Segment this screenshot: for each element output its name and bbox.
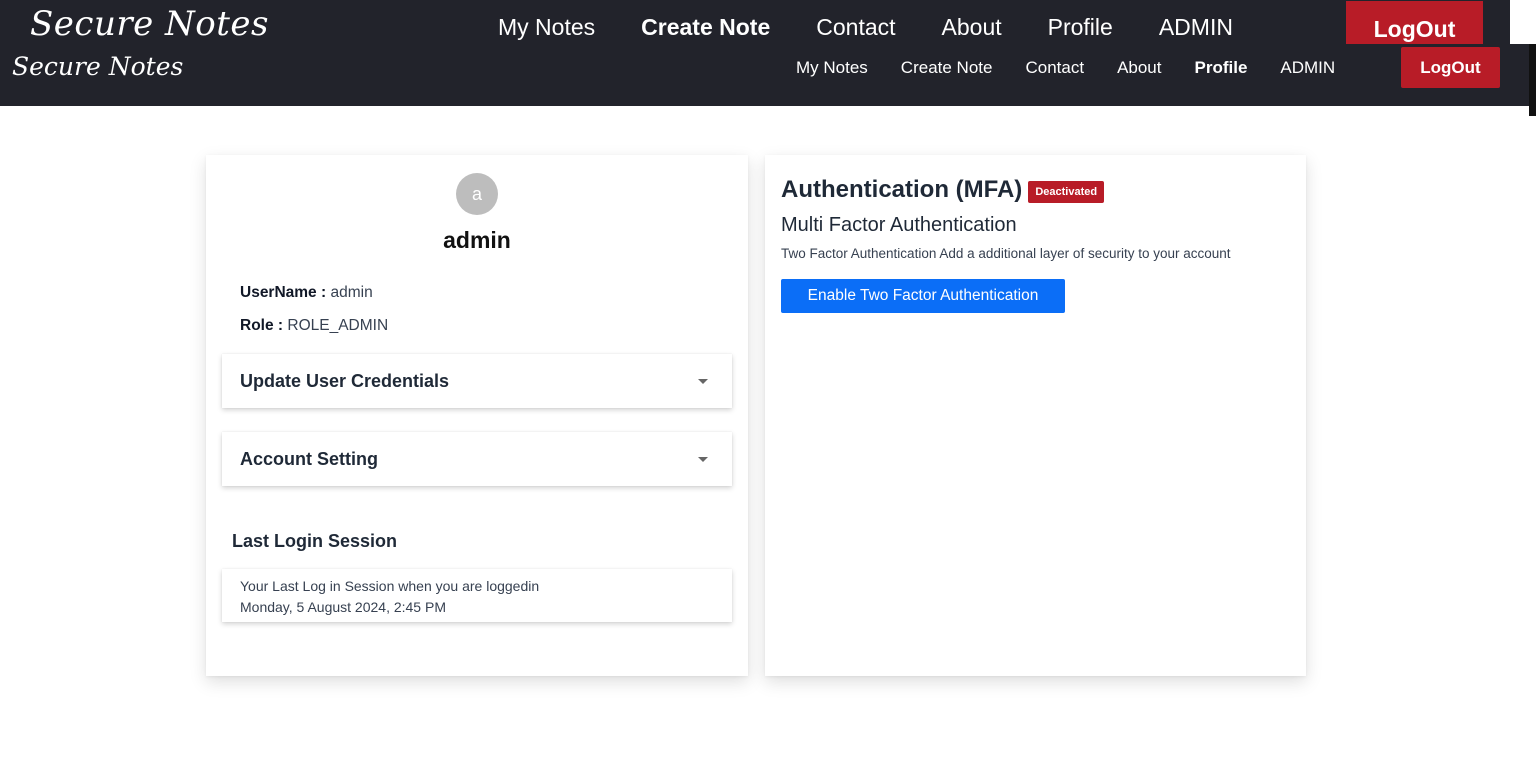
status-badge: Deactivated [1028,180,1105,203]
role-row: Role : ROLE_ADMIN [240,317,388,335]
nav-links: My Notes Create Note Contact About Profi… [498,14,1233,41]
last-login-title: Last Login Session [232,531,398,551]
nav-link-profile[interactable]: Profile [1048,14,1113,41]
last-login-box: Your Last Log in Session when you are lo… [222,569,732,622]
username-row: UserName : admin [240,284,373,302]
nav-link-admin[interactable]: ADMIN [1159,14,1233,41]
role-label: Role : [240,317,284,334]
nav-link-my-notes[interactable]: My Notes [498,14,595,41]
nav-links: My Notes Create Note Contact About Profi… [796,58,1335,78]
nav-link-profile[interactable]: Profile [1195,58,1248,78]
accordion-label: Account Setting [240,448,378,469]
nav-link-about[interactable]: About [942,14,1002,41]
nav-link-my-notes[interactable]: My Notes [796,58,868,78]
username-label: UserName : [240,284,327,301]
navbar-ghost: Secure Notes My Notes Create Note Contac… [0,0,1510,44]
avatar: a [456,173,498,215]
profile-card: a admin UserName : admin Role : ROLE_ADM… [206,155,748,676]
role-value: ROLE_ADMIN [287,317,389,334]
nav-link-create-note[interactable]: Create Note [641,14,770,41]
navbar: Secure Notes My Notes Create Note Contac… [0,44,1530,106]
brand-logo[interactable]: Secure Notes [30,4,269,44]
nav-link-admin[interactable]: ADMIN [1280,58,1335,78]
caret-down-icon [698,456,708,462]
enable-2fa-button[interactable]: Enable Two Factor Authentication [781,279,1065,313]
mfa-card: Authentication (MFA) Deactivated Multi F… [765,155,1306,676]
profile-name: admin [443,227,511,253]
account-setting-accordion[interactable]: Account Setting [222,432,732,486]
last-login-text: Your Last Log in Session when you are lo… [240,578,540,594]
mfa-description: Two Factor Authentication Add a addition… [781,246,1231,261]
nav-link-about[interactable]: About [1117,58,1161,78]
accordion-label: Update User Credentials [240,370,450,391]
edge-divider [1529,44,1536,116]
brand-logo[interactable]: Secure Notes [12,52,183,81]
mfa-subtitle: Multi Factor Authentication [781,214,1017,236]
mfa-header: Authentication (MFA) Deactivated [781,176,1105,204]
mfa-title: Authentication (MFA) [781,176,1023,203]
caret-down-icon [698,378,708,384]
nav-link-contact[interactable]: Contact [1025,58,1084,78]
nav-link-contact[interactable]: Contact [816,14,895,41]
nav-link-create-note[interactable]: Create Note [901,58,993,78]
last-login-date: Monday, 5 August 2024, 2:45 PM [240,599,446,615]
logout-button[interactable]: LogOut [1346,1,1483,44]
logout-button[interactable]: LogOut [1401,47,1500,88]
update-credentials-accordion[interactable]: Update User Credentials [222,354,732,408]
username-value: admin [330,284,373,301]
